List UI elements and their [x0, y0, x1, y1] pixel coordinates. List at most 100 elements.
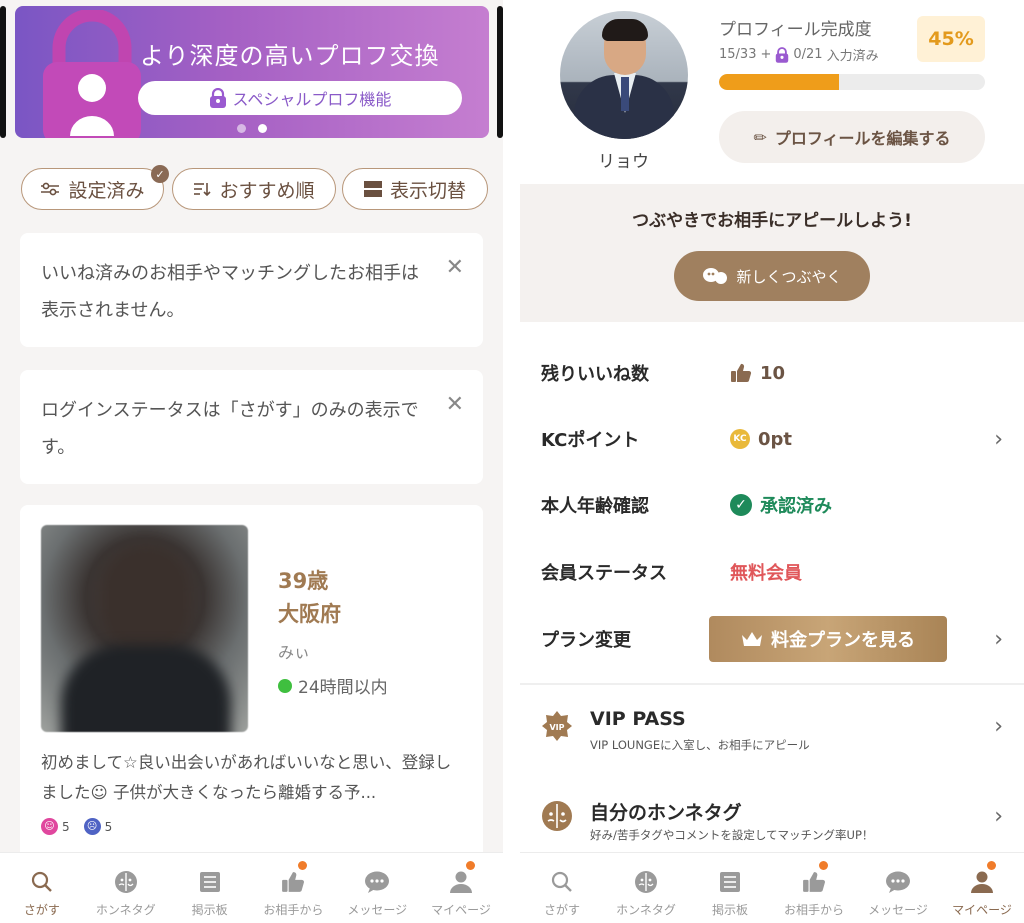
edit-profile-button[interactable]: ✏ プロフィールを編集する — [719, 111, 985, 163]
kc-points-row[interactable]: KCポイント KC 0pt › — [520, 417, 1024, 461]
carousel-dot-active[interactable] — [258, 124, 267, 133]
layout-icon — [363, 181, 382, 197]
thumbs-up-icon — [281, 869, 305, 895]
view-toggle-button[interactable]: 表示切替 — [342, 168, 488, 210]
sort-icon — [194, 183, 212, 197]
tab-thumbs-up[interactable]: お相手から — [772, 853, 856, 923]
tab-bar: さがす ホンネタグ 掲示板 お相手から メッセージ マイページ — [0, 852, 503, 923]
honne-tag-row[interactable]: 自分のホンネタグ 好み/苦手タグやコメントを設定してマッチング率UP！ › — [520, 790, 1024, 850]
tab-board[interactable]: 掲示板 — [168, 853, 252, 923]
banner-title: より深度の高いプロフ交換 — [140, 42, 440, 70]
check-badge-icon: ✓ — [151, 165, 169, 183]
profile-prefecture: 大阪府 — [278, 602, 341, 626]
tab-label: 掲示板 — [191, 903, 228, 917]
view-toggle-label: 表示切替 — [389, 179, 466, 202]
kc-points-amount: 0pt — [758, 428, 793, 450]
chat-icon — [364, 869, 390, 895]
lock-icon — [209, 88, 226, 108]
profile-card[interactable]: 39歳 大阪府 みぃ 24時間以内 初めまして☆良い出会いがあればいいなと思い、… — [20, 505, 483, 865]
tab-chat[interactable]: メッセージ — [335, 853, 419, 923]
member-status-row: 会員ステータス 無料会員 — [520, 550, 1024, 594]
filled-label: 入力済み — [826, 49, 879, 64]
tab-search[interactable]: さがす — [0, 853, 84, 923]
tab-label: ホンネタグ — [616, 903, 676, 917]
tab-chat[interactable]: メッセージ — [856, 853, 940, 923]
chevron-right-icon: › — [994, 626, 1003, 652]
chat-icon — [885, 869, 911, 895]
completion-progress-fill — [719, 74, 839, 90]
tab-person[interactable]: マイページ — [940, 853, 1024, 923]
completion-plus: + — [760, 47, 772, 62]
lock-person-icon — [43, 10, 141, 138]
tab-label: メッセージ — [868, 903, 928, 917]
notice-text: ログインステータスは「さがす」のみの表示です。 — [41, 400, 419, 458]
view-plans-button[interactable]: 料金プランを見る — [709, 616, 947, 662]
tab-board[interactable]: 掲示板 — [688, 853, 772, 923]
notification-dot — [987, 861, 997, 870]
section-divider — [520, 683, 1024, 685]
close-icon[interactable]: ✕ — [446, 394, 464, 416]
tab-label: 掲示板 — [711, 903, 748, 917]
avatar[interactable] — [560, 11, 688, 139]
profile-intro: 初めまして☆良い出会いがあればいいなと思い、登録しました☺ 子供が大きくなったら… — [41, 753, 452, 802]
age-verification-status: 承認済み — [760, 496, 832, 517]
tab-label: お相手から — [263, 903, 324, 917]
kc-points-label: KCポイント — [541, 430, 640, 451]
sad-icon: ☹ — [83, 818, 101, 835]
tab-thumbs-up[interactable]: お相手から — [251, 853, 335, 923]
carousel-dot[interactable] — [237, 124, 246, 133]
online-status-label: 24時間以内 — [298, 678, 388, 698]
new-tweet-button[interactable]: 新しくつぶやく — [674, 251, 870, 301]
member-status-value: 無料会員 — [730, 563, 802, 584]
age-verification-row: 本人年齢確認 ✓ 承認済み — [520, 483, 1024, 527]
tab-label: メッセージ — [347, 903, 408, 917]
remaining-likes-value: 10 — [730, 363, 785, 384]
profile-age: 39歳 — [278, 569, 329, 593]
sort-label: おすすめ順 — [219, 179, 315, 202]
tab-person[interactable]: マイページ — [419, 853, 503, 923]
sort-button[interactable]: おすすめ順 — [172, 168, 336, 210]
tab-label: マイページ — [952, 903, 1012, 917]
search-icon — [550, 869, 574, 895]
filter-settings-button[interactable]: 設定済み ✓ — [21, 165, 169, 210]
tweet-prompt: つぶやきでお相手にアピールしよう! — [632, 211, 912, 231]
new-tweet-label: 新しくつぶやく — [736, 267, 842, 286]
vip-pass-title: VIP PASS — [590, 708, 686, 730]
thumbs-up-icon — [802, 869, 826, 895]
smile-reaction: ☺ 5 — [41, 818, 70, 835]
honne-tag-title: 自分のホンネタグ — [590, 802, 742, 824]
completion-detail: 15/33 + 0/21 入力済み — [719, 45, 879, 64]
notification-dot — [466, 861, 476, 870]
mypage-screen: リョウ プロフィール完成度 15/33 + 0/21 入力済み 45% ✏ プロ… — [520, 0, 1024, 923]
locked-count: 0/21 — [793, 47, 823, 62]
vip-pass-row[interactable]: VIP VIP PASS VIP LOUNGEに入室し、お相手にアピール › — [520, 700, 1024, 760]
tab-search[interactable]: さがす — [520, 853, 604, 923]
smile-count: 5 — [62, 819, 70, 834]
tab-bar: さがす ホンネタグ 掲示板 お相手から メッセージ マイページ — [520, 852, 1024, 923]
online-status: 24時間以内 — [278, 673, 388, 698]
tweet-section: つぶやきでお相手にアピールしよう! 新しくつぶやく — [520, 184, 1024, 322]
tab-tag-face[interactable]: ホンネタグ — [604, 853, 688, 923]
kc-coin-icon: KC — [730, 429, 750, 449]
profile-photo[interactable] — [41, 525, 248, 732]
completion-progress-bar — [719, 74, 985, 90]
tag-face-icon — [542, 801, 572, 831]
sliders-icon — [41, 182, 60, 196]
notice-card: ログインステータスは「さがす」のみの表示です。 ✕ — [20, 370, 483, 484]
tag-face-icon — [114, 869, 138, 895]
close-icon[interactable]: ✕ — [446, 257, 464, 279]
member-status-label: 会員ステータス — [541, 563, 667, 584]
tab-label: さがす — [23, 903, 60, 917]
online-dot-icon — [278, 678, 292, 693]
board-icon — [718, 869, 742, 895]
tab-label: ホンネタグ — [95, 903, 156, 917]
completion-count: 15/33 — [719, 47, 757, 62]
crown-icon — [742, 632, 762, 646]
carousel-dots — [237, 124, 267, 133]
thumbs-up-icon — [731, 363, 752, 383]
tab-tag-face[interactable]: ホンネタグ — [84, 853, 168, 923]
chevron-right-icon: › — [994, 714, 1003, 739]
special-profile-pill[interactable]: スペシャルプロフ機能 — [138, 81, 462, 115]
special-profile-banner[interactable]: より深度の高いプロフ交換 スペシャルプロフ機能 — [15, 6, 489, 138]
person-icon — [449, 869, 473, 895]
